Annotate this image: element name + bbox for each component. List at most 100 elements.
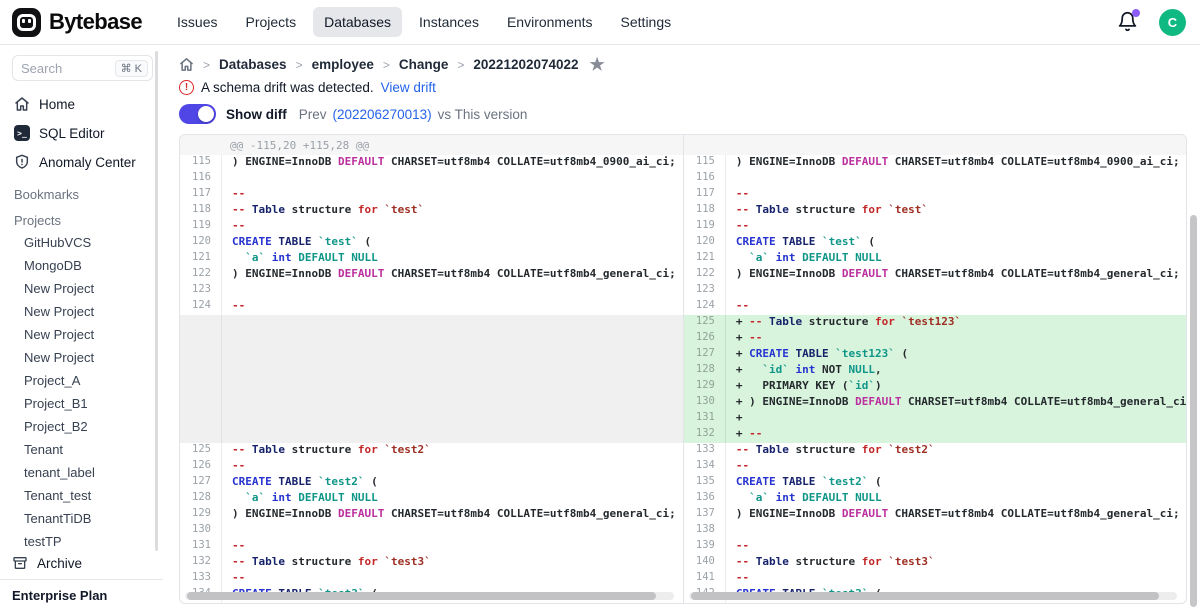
- diff-row: 126--: [180, 459, 683, 475]
- sidebar-project-item[interactable]: testTP: [12, 530, 153, 549]
- code-line: [222, 331, 683, 347]
- page-vertical-scrollbar[interactable]: [1190, 215, 1197, 607]
- nav-item-databases[interactable]: Databases: [313, 7, 402, 37]
- breadcrumb-separator: >: [296, 58, 303, 72]
- sidebar-item-anomaly-center[interactable]: Anomaly Center: [12, 147, 153, 176]
- left-horizontal-scrollbar-thumb[interactable]: [187, 592, 656, 600]
- diff-row: 123: [684, 283, 1186, 299]
- code-line: [222, 347, 683, 363]
- breadcrumb-change[interactable]: Change: [399, 57, 449, 72]
- line-number: 121: [684, 251, 726, 267]
- sidebar-item-sql-editor[interactable]: >_ SQL Editor: [12, 118, 153, 147]
- bytebase-logo[interactable]: Bytebase: [12, 8, 142, 37]
- diff-row: [180, 395, 683, 411]
- diff-row: 124--: [180, 299, 683, 315]
- breadcrumb-version[interactable]: 20221202074022: [473, 57, 578, 72]
- diff-row: 120CREATE TABLE `test` (: [180, 235, 683, 251]
- line-number: 132: [684, 427, 726, 443]
- diff-hunk-header: @@ -115,20 +115,28 @@: [180, 135, 683, 155]
- diff-row: 136 `a` int DEFAULT NULL: [684, 491, 1186, 507]
- sidebar-project-item[interactable]: Project_B2: [12, 415, 153, 438]
- nav-item-issues[interactable]: Issues: [166, 7, 228, 37]
- code-line: --: [222, 187, 683, 203]
- line-number: 134: [684, 459, 726, 475]
- sidebar-project-item[interactable]: MongoDB: [12, 254, 153, 277]
- line-number: 117: [180, 187, 222, 203]
- code-line: --: [726, 571, 1186, 587]
- code-line: ) ENGINE=InnoDB DEFAULT CHARSET=utf8mb4 …: [726, 267, 1186, 283]
- sidebar-project-item[interactable]: GitHubVCS: [12, 231, 153, 254]
- nav-item-settings[interactable]: Settings: [610, 7, 683, 37]
- sidebar-project-item[interactable]: Tenant_test: [12, 484, 153, 507]
- main-content: > Databases > employee > Change > 202212…: [163, 45, 1200, 613]
- line-number: 133: [684, 443, 726, 459]
- diff-row: 135CREATE TABLE `test2` (: [684, 475, 1186, 491]
- code-line: -- Table structure for `test3`: [222, 555, 683, 571]
- sidebar-project-item[interactable]: Tenant: [12, 438, 153, 461]
- line-number: 130: [180, 523, 222, 539]
- code-line: CREATE TABLE `test` (: [222, 235, 683, 251]
- breadcrumb-databases[interactable]: Databases: [219, 57, 287, 72]
- right-horizontal-scrollbar-track[interactable]: [689, 592, 1177, 600]
- sidebar-project-item[interactable]: New Project: [12, 300, 153, 323]
- nav-item-projects[interactable]: Projects: [235, 7, 308, 37]
- nav-item-environments[interactable]: Environments: [496, 7, 604, 37]
- line-number: 118: [180, 203, 222, 219]
- line-number: 141: [684, 571, 726, 587]
- home-icon: [14, 96, 30, 112]
- sidebar-item-home[interactable]: Home: [12, 89, 153, 118]
- code-line: [222, 427, 683, 443]
- user-avatar[interactable]: C: [1159, 9, 1186, 36]
- sidebar-project-item[interactable]: New Project: [12, 323, 153, 346]
- breadcrumb-home-icon[interactable]: [179, 57, 194, 72]
- sidebar-project-item[interactable]: Project_A: [12, 369, 153, 392]
- code-line: `a` int DEFAULT NULL: [726, 251, 1186, 267]
- prev-version-link[interactable]: (202206270013): [333, 107, 432, 122]
- diff-row: [180, 315, 683, 331]
- search-input[interactable]: Search ⌘ K: [12, 55, 153, 81]
- archive-icon: [12, 555, 28, 571]
- sidebar-project-item[interactable]: New Project: [12, 346, 153, 369]
- breadcrumb-separator: >: [457, 58, 464, 72]
- code-line: -- Table structure for `test2`: [726, 443, 1186, 459]
- bytebase-logo-icon: [12, 8, 41, 37]
- show-diff-label: Show diff: [226, 107, 287, 122]
- diff-row: 116: [684, 171, 1186, 187]
- line-number: 129: [180, 507, 222, 523]
- sidebar-project-item[interactable]: tenant_label: [12, 461, 153, 484]
- show-diff-toggle[interactable]: [179, 104, 216, 124]
- sidebar-project-item[interactable]: TenantTiDB: [12, 507, 153, 530]
- diff-row: 115) ENGINE=InnoDB DEFAULT CHARSET=utf8m…: [684, 155, 1186, 171]
- line-number: 126: [180, 459, 222, 475]
- sidebar-scrollbar[interactable]: [155, 51, 158, 551]
- nav-item-instances[interactable]: Instances: [408, 7, 490, 37]
- diff-row: 133--: [180, 571, 683, 587]
- line-number: 115: [684, 155, 726, 171]
- left-horizontal-scrollbar-track[interactable]: [185, 592, 674, 600]
- line-number: 118: [684, 203, 726, 219]
- view-drift-link[interactable]: View drift: [381, 80, 436, 95]
- code-line: + --: [726, 427, 1186, 443]
- sidebar-project-item[interactable]: New Project: [12, 277, 153, 300]
- code-line: + -- Table structure for `test123`: [726, 315, 1186, 331]
- diff-row: 115) ENGINE=InnoDB DEFAULT CHARSET=utf8m…: [180, 155, 683, 171]
- sidebar-item-label: Anomaly Center: [39, 155, 136, 170]
- diff-row: 132-- Table structure for `test3`: [180, 555, 683, 571]
- diff-row: 117--: [180, 187, 683, 203]
- code-line: + --: [726, 331, 1186, 347]
- sidebar-project-item[interactable]: Project_B1: [12, 392, 153, 415]
- diff-row: 125+ -- Table structure for `test123`: [684, 315, 1186, 331]
- brand-name: Bytebase: [49, 9, 142, 35]
- code-line: [222, 523, 683, 539]
- breadcrumb-employee[interactable]: employee: [312, 57, 374, 72]
- diff-row: 121 `a` int DEFAULT NULL: [180, 251, 683, 267]
- schema-drift-alert: ! A schema drift was detected. View drif…: [179, 80, 1187, 95]
- prev-label: Prev: [299, 107, 327, 122]
- diff-row: 118-- Table structure for `test`: [684, 203, 1186, 219]
- right-horizontal-scrollbar-thumb[interactable]: [691, 592, 1159, 600]
- sidebar-item-archive[interactable]: Archive: [0, 549, 163, 579]
- diff-toolbar: Show diff Prev (202206270013) vs This ve…: [179, 104, 1187, 124]
- code-line: ) ENGINE=InnoDB DEFAULT CHARSET=utf8mb4 …: [222, 155, 683, 171]
- star-icon[interactable]: ★: [590, 56, 605, 73]
- notifications-button[interactable]: [1117, 11, 1139, 33]
